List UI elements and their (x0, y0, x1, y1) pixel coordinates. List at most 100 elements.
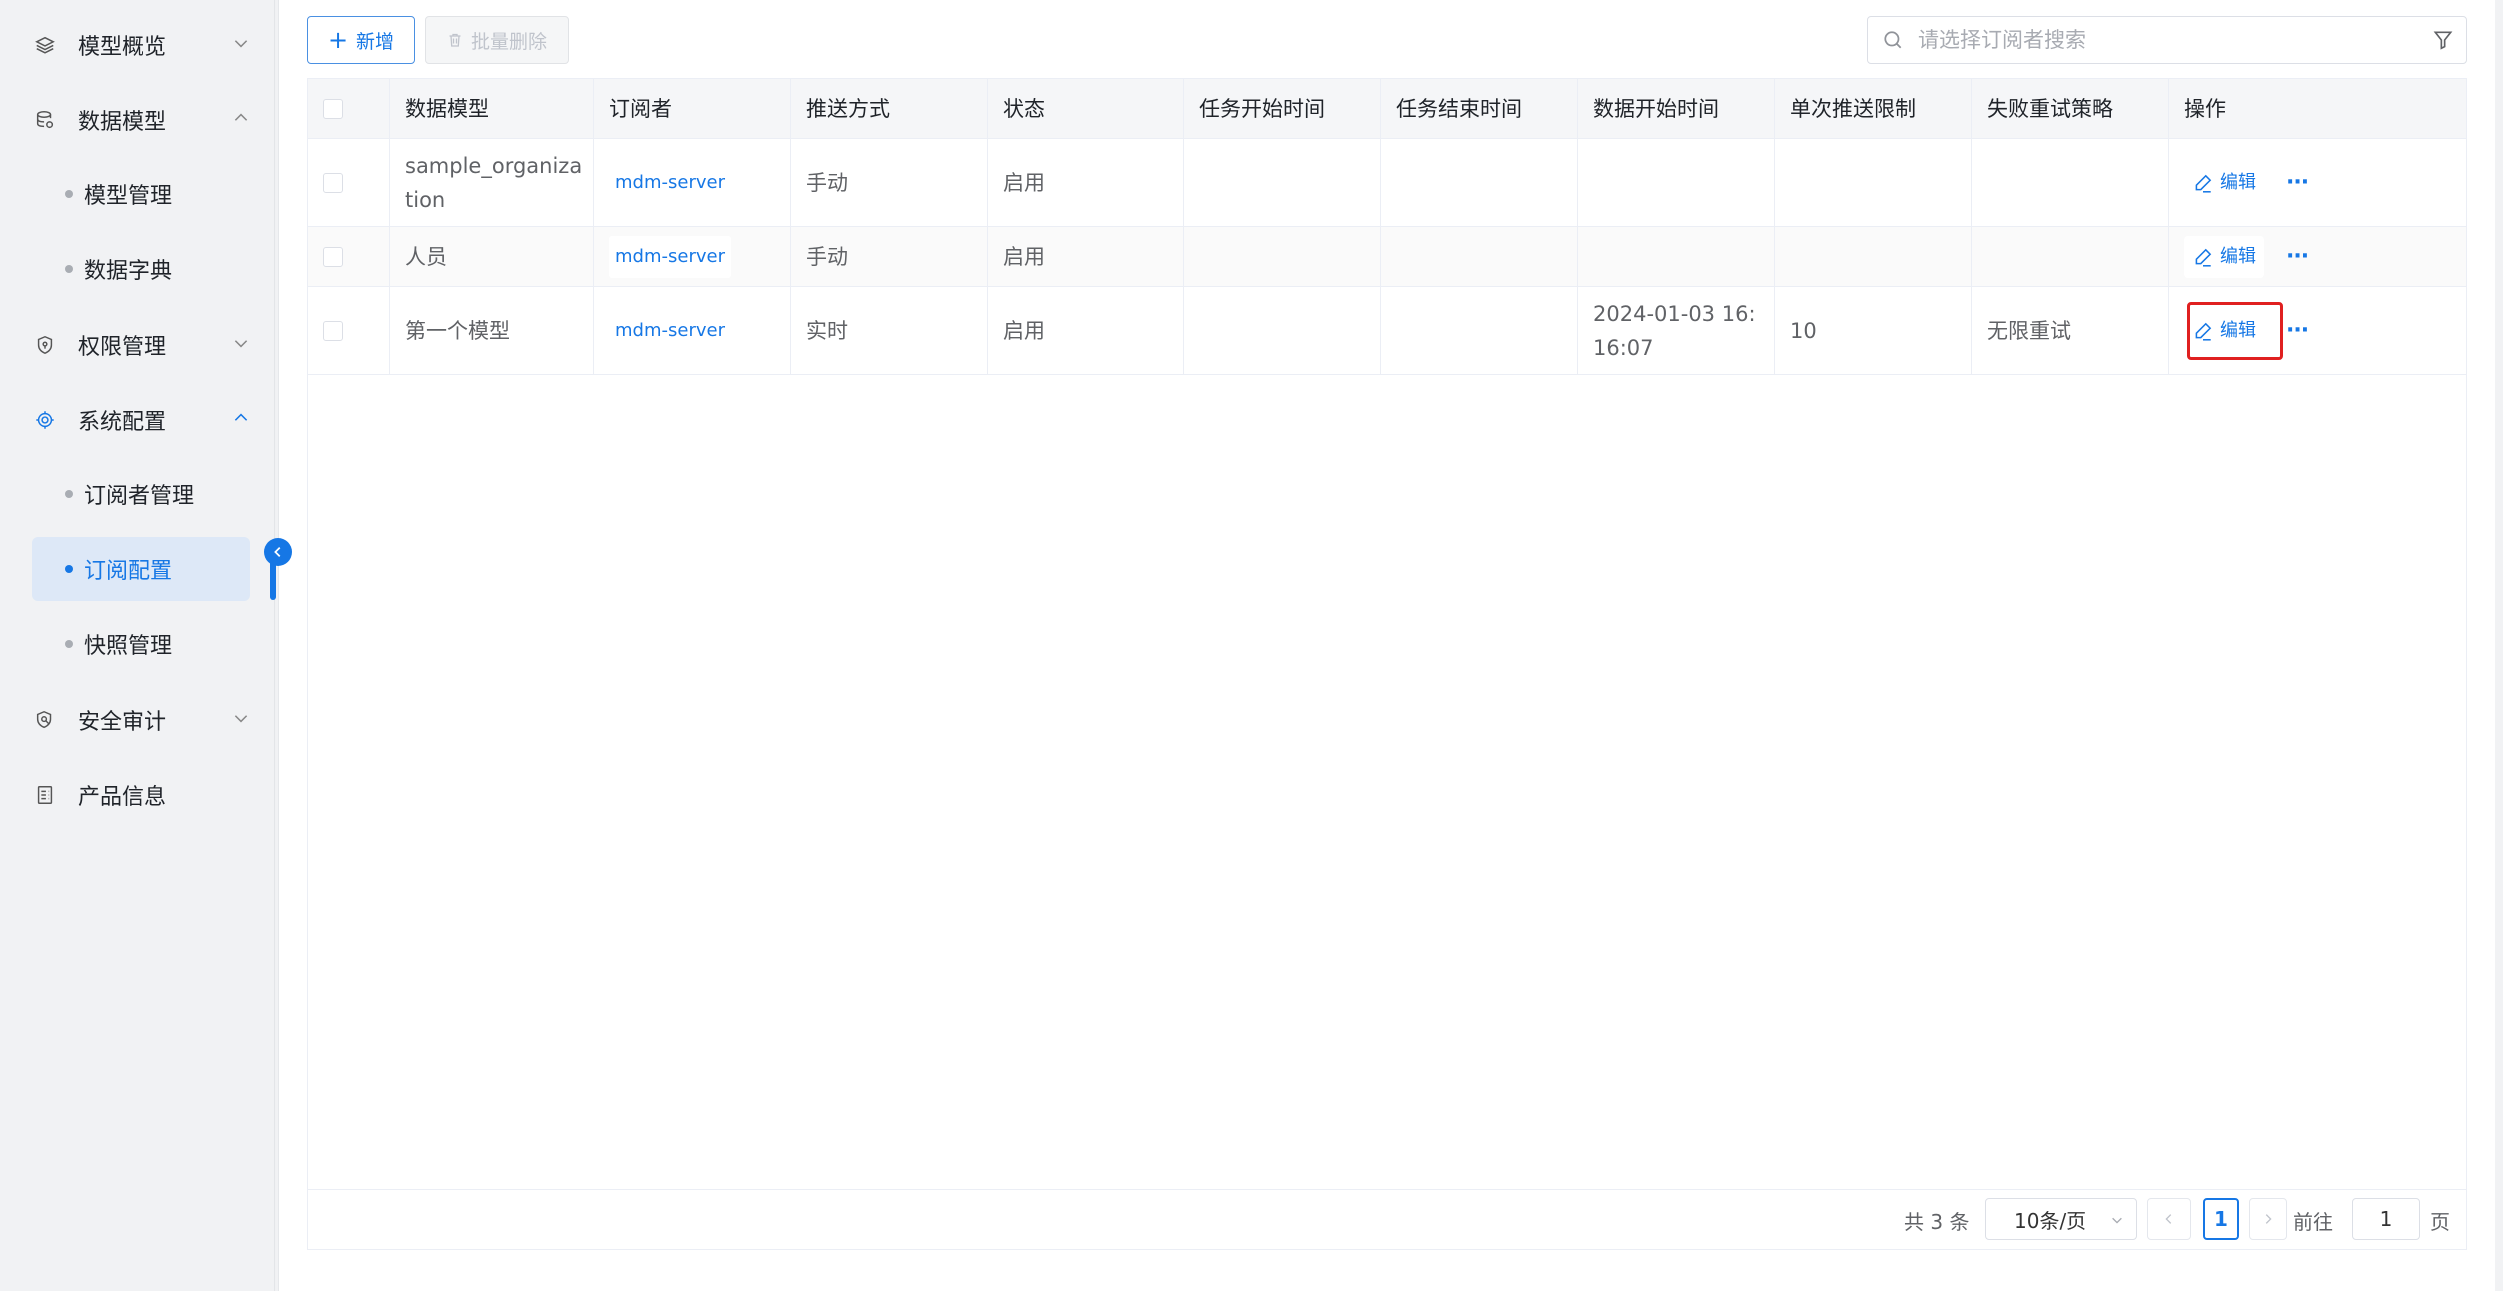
cell-subscriber: mdm-server (594, 139, 791, 227)
cell-push-method: 实时 (791, 287, 988, 375)
sidebar-item-permission-management[interactable]: 权限管理 (32, 312, 252, 378)
row-select-cell (308, 287, 390, 375)
sidebar-item-data-model[interactable]: 数据模型 (32, 87, 252, 153)
cell-retry-policy (1972, 227, 2169, 287)
document-icon (32, 782, 58, 808)
trash-icon (449, 33, 461, 47)
edit-label: 编辑 (2220, 172, 2256, 193)
cell-actions: 编辑 ··· (2169, 139, 2466, 227)
header-task-end-time: 任务结束时间 (1381, 79, 1578, 139)
chevron-down-icon (234, 40, 248, 48)
chevron-left-icon (2165, 1214, 2172, 1224)
cell-retry-policy (1972, 139, 2169, 227)
chevron-down-icon (234, 715, 248, 723)
batch-delete-label: 批量删除 (470, 30, 547, 53)
cell-push-method: 手动 (791, 139, 988, 227)
content-panel: + 新增 批量删除 数据模型 订阅者 推送方式 状态 任务开始时间 任务结束时 (278, 0, 2495, 1291)
edit-icon (2195, 248, 2212, 267)
chevron-down-icon (234, 340, 248, 348)
sidebar-item-model-management[interactable]: 模型管理 (32, 162, 250, 226)
cell-status: 启用 (988, 287, 1184, 375)
sidebar-item-product-info[interactable]: 产品信息 (32, 762, 252, 828)
cell-subscriber: mdm-server (594, 287, 791, 375)
more-actions-icon[interactable]: ··· (2286, 240, 2309, 274)
row-checkbox[interactable] (323, 321, 343, 341)
collapse-sidebar-button[interactable] (264, 538, 292, 566)
page-size-select[interactable]: 10条/页 (1985, 1198, 2137, 1240)
subscriber-tag: mdm-server (609, 310, 731, 352)
header-push-method: 推送方式 (791, 79, 988, 139)
table-row: 第一个模型 mdm-server 实时 启用 2024-01-03 16:16:… (308, 287, 2466, 375)
bullet-dot (65, 640, 73, 648)
cell-subscriber: mdm-server (594, 227, 791, 287)
sidebar-item-system-config[interactable]: 系统配置 (32, 387, 252, 453)
header-status: 状态 (988, 79, 1184, 139)
database-icon (32, 107, 58, 133)
security-audit-icon (32, 707, 58, 733)
bullet-dot (65, 190, 73, 198)
cell-status: 启用 (988, 139, 1184, 227)
cell-actions: 编辑 ··· (2169, 227, 2466, 287)
header-retry-policy: 失败重试策略 (1972, 79, 2169, 139)
sidebar-item-label: 快照管理 (84, 634, 173, 659)
sidebar-item-model-overview[interactable]: 模型概览 (32, 12, 252, 78)
page-size-value: 10条/页 (2014, 1208, 2087, 1233)
cell-data-start-time: 2024-01-03 16:16:07 (1578, 287, 1775, 375)
add-button[interactable]: + 新增 (307, 16, 415, 64)
goto-label: 前往 (2293, 1210, 2333, 1234)
edit-highlight-box (2187, 302, 2283, 360)
subscriber-search (1867, 16, 2467, 64)
edit-label: 编辑 (2220, 246, 2256, 267)
bullet-dot (65, 265, 73, 273)
sidebar-item-label: 安全审计 (78, 710, 167, 735)
sidebar-item-label: 系统配置 (78, 410, 167, 435)
edit-button[interactable]: 编辑 (2184, 236, 2264, 278)
shield-icon (32, 332, 58, 358)
cell-data-start-time (1578, 227, 1775, 287)
cell-task-end-time (1381, 139, 1578, 227)
sidebar-item-label: 数据字典 (84, 259, 173, 284)
sidebar-item-subscription-config[interactable]: 订阅配置 (32, 537, 250, 601)
search-input[interactable] (1918, 20, 2432, 60)
sidebar-item-label: 模型管理 (84, 184, 173, 209)
cell-status: 启用 (988, 227, 1184, 287)
cell-data-model: 人员 (390, 227, 594, 287)
subscriber-tag: mdm-server (609, 162, 731, 204)
cell-task-start-time (1184, 139, 1381, 227)
layers-icon (32, 32, 58, 58)
page-number-1[interactable]: 1 (2203, 1198, 2239, 1240)
sidebar-item-snapshot-management[interactable]: 快照管理 (32, 612, 250, 676)
chevron-up-icon (234, 113, 248, 121)
header-data-model: 数据模型 (390, 79, 594, 139)
page-unit-label: 页 (2430, 1210, 2450, 1234)
sidebar-item-subscriber-management[interactable]: 订阅者管理 (32, 462, 250, 526)
sidebar-item-label: 订阅者管理 (84, 484, 195, 509)
sidebar-item-data-dictionary[interactable]: 数据字典 (32, 237, 250, 301)
bullet-dot (65, 565, 73, 573)
edit-button[interactable]: 编辑 (2184, 162, 2264, 204)
cell-task-start-time (1184, 227, 1381, 287)
cell-push-limit (1775, 227, 1972, 287)
header-subscriber: 订阅者 (594, 79, 791, 139)
select-all-checkbox[interactable] (323, 99, 343, 119)
next-page-button[interactable] (2249, 1198, 2287, 1240)
settings-icon (32, 407, 58, 433)
row-checkbox[interactable] (323, 173, 343, 193)
goto-page-input[interactable] (2352, 1198, 2420, 1240)
row-select-cell (308, 227, 390, 287)
subscription-table: 数据模型 订阅者 推送方式 状态 任务开始时间 任务结束时间 数据开始时间 单次… (307, 78, 2467, 1250)
more-actions-icon[interactable]: ··· (2286, 314, 2309, 348)
prev-page-button[interactable] (2147, 1198, 2191, 1240)
sidebar: 模型概览 数据模型 模型管理 数据字典 权限管理 系统配置 订阅者管理 订阅配置… (0, 0, 292, 1291)
filter-icon[interactable] (2432, 29, 2454, 51)
row-checkbox[interactable] (323, 247, 343, 267)
cell-push-method: 手动 (791, 227, 988, 287)
batch-delete-button[interactable]: 批量删除 (425, 16, 569, 64)
sidebar-item-security-audit[interactable]: 安全审计 (32, 687, 252, 753)
more-actions-icon[interactable]: ··· (2286, 166, 2309, 200)
chevron-left-icon (274, 547, 281, 557)
sidebar-item-label: 权限管理 (78, 335, 167, 360)
main-area: + 新增 批量删除 数据模型 订阅者 推送方式 状态 任务开始时间 任务结束时 (276, 0, 2503, 1291)
cell-data-model: 第一个模型 (390, 287, 594, 375)
add-button-label: 新增 (356, 30, 395, 53)
